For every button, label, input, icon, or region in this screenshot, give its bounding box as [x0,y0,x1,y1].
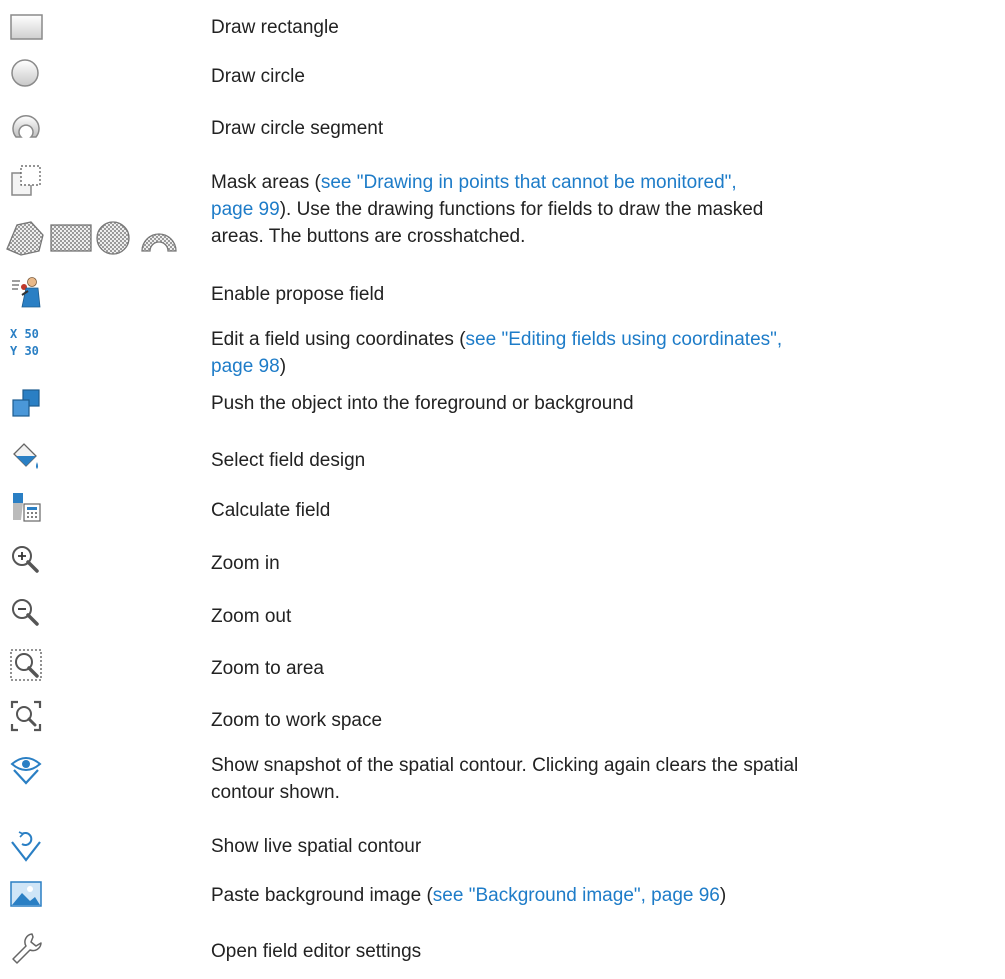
tool-description: Zoom out [211,606,292,627]
tool-row-zoom-out: Zoom out [0,598,1005,632]
zoom-out-icon[interactable] [10,598,44,632]
tool-description: Push the object into the foreground or b… [211,393,634,414]
tool-row-draw-circle: Draw circle [0,58,1005,92]
mask-areas-icon[interactable] [10,164,44,198]
link-page-98[interactable]: page 98 [211,356,280,377]
draw-rectangle-icon[interactable] [10,14,44,42]
zoom-area-icon[interactable] [10,649,44,683]
text-segment: ) [719,885,727,906]
tool-row-draw-rectangle: Draw rectangle [0,14,1005,46]
tool-description: Zoom to work space [211,710,383,731]
tool-description: Zoom to area [211,658,324,679]
tool-row-enable-propose-field: Enable propose field [0,275,1005,311]
text-segment: Show snapshot of the spatial contour. Cl… [211,755,799,776]
tool-description: Draw rectangle [211,17,339,38]
spatial-contour-snapshot-icon[interactable] [10,752,44,786]
tool-row-draw-circle-segment: Draw circle segment [0,110,1005,144]
tool-description: Zoom in [211,553,280,574]
wrench-icon[interactable] [10,932,44,966]
x-coordinate-label: X 50 [10,327,39,341]
fill-bucket-icon[interactable] [10,440,44,474]
tool-description: Open field editor settings [211,941,422,962]
text-segment: ) [279,356,287,377]
zoom-workspace-icon[interactable] [10,700,44,734]
text-segment: Mask areas ( [211,172,321,193]
tool-description: Paste background image (see "Background … [211,882,991,909]
tool-row-select-field-design: Select field design [0,440,1005,476]
link-editing-coordinates[interactable]: see "Editing fields using coordinates", [466,329,783,350]
tool-description: Select field design [211,450,366,471]
text-segment: Edit a field using coordinates ( [211,329,466,350]
link-background-image[interactable]: see "Background image", page 96 [433,885,720,906]
edit-coordinates-icon[interactable]: X 50 Y 30 [10,326,39,360]
draw-circle-icon[interactable] [10,58,44,92]
y-coordinate-label: Y 30 [10,344,39,358]
tool-description: Enable propose field [211,284,385,305]
tool-row-zoom-area: Zoom to area [0,649,1005,685]
tool-row-bring-to-front: Push the object into the foreground or b… [0,388,1005,424]
enable-propose-field-icon[interactable] [10,275,44,309]
tool-row-zoom-workspace: Zoom to work space [0,700,1005,736]
tool-row-spatial-contour-snapshot: Show snapshot of the spatial contour. Cl… [0,752,1005,812]
draw-circle-segment-icon[interactable] [10,110,44,144]
background-image-icon[interactable] [10,880,44,914]
bring-to-front-icon[interactable] [10,388,44,422]
tool-row-zoom-in: Zoom in [0,545,1005,579]
link-drawing-points[interactable]: see "Drawing in points that cannot be mo… [321,172,737,193]
text-segment: Paste background image ( [211,885,433,906]
tool-row-calculate-field: Calculate field [0,490,1005,526]
calculate-field-icon[interactable] [10,490,44,524]
tool-row-edit-coordinates: X 50 Y 30 Edit a field using coordinates… [0,320,1005,380]
text-segment: ). Use the drawing functions for fields … [279,199,764,220]
tool-row-mask-areas: Mask areas (see "Drawing in points that … [0,164,1005,270]
tool-row-field-editor-settings: Open field editor settings [0,932,1005,968]
tool-description: Draw circle [211,66,305,87]
live-spatial-contour-icon[interactable] [10,830,44,864]
tool-description: Edit a field using coordinates (see "Edi… [211,326,991,380]
text-segment: areas. The buttons are crosshatched. [211,226,526,247]
tool-row-background-image: Paste background image (see "Background … [0,880,1005,914]
tool-description: Show snapshot of the spatial contour. Cl… [211,752,991,806]
crosshatched-mask-buttons-icon [3,219,187,257]
tool-description: Show live spatial contour [211,836,422,857]
tool-description: Calculate field [211,500,331,521]
zoom-in-icon[interactable] [10,545,44,579]
tool-row-live-spatial-contour: Show live spatial contour [0,830,1005,864]
text-segment: contour shown. [211,782,340,803]
tool-description: Mask areas (see "Drawing in points that … [211,169,991,250]
tool-description: Draw circle segment [211,118,384,139]
link-page-99[interactable]: page 99 [211,199,280,220]
